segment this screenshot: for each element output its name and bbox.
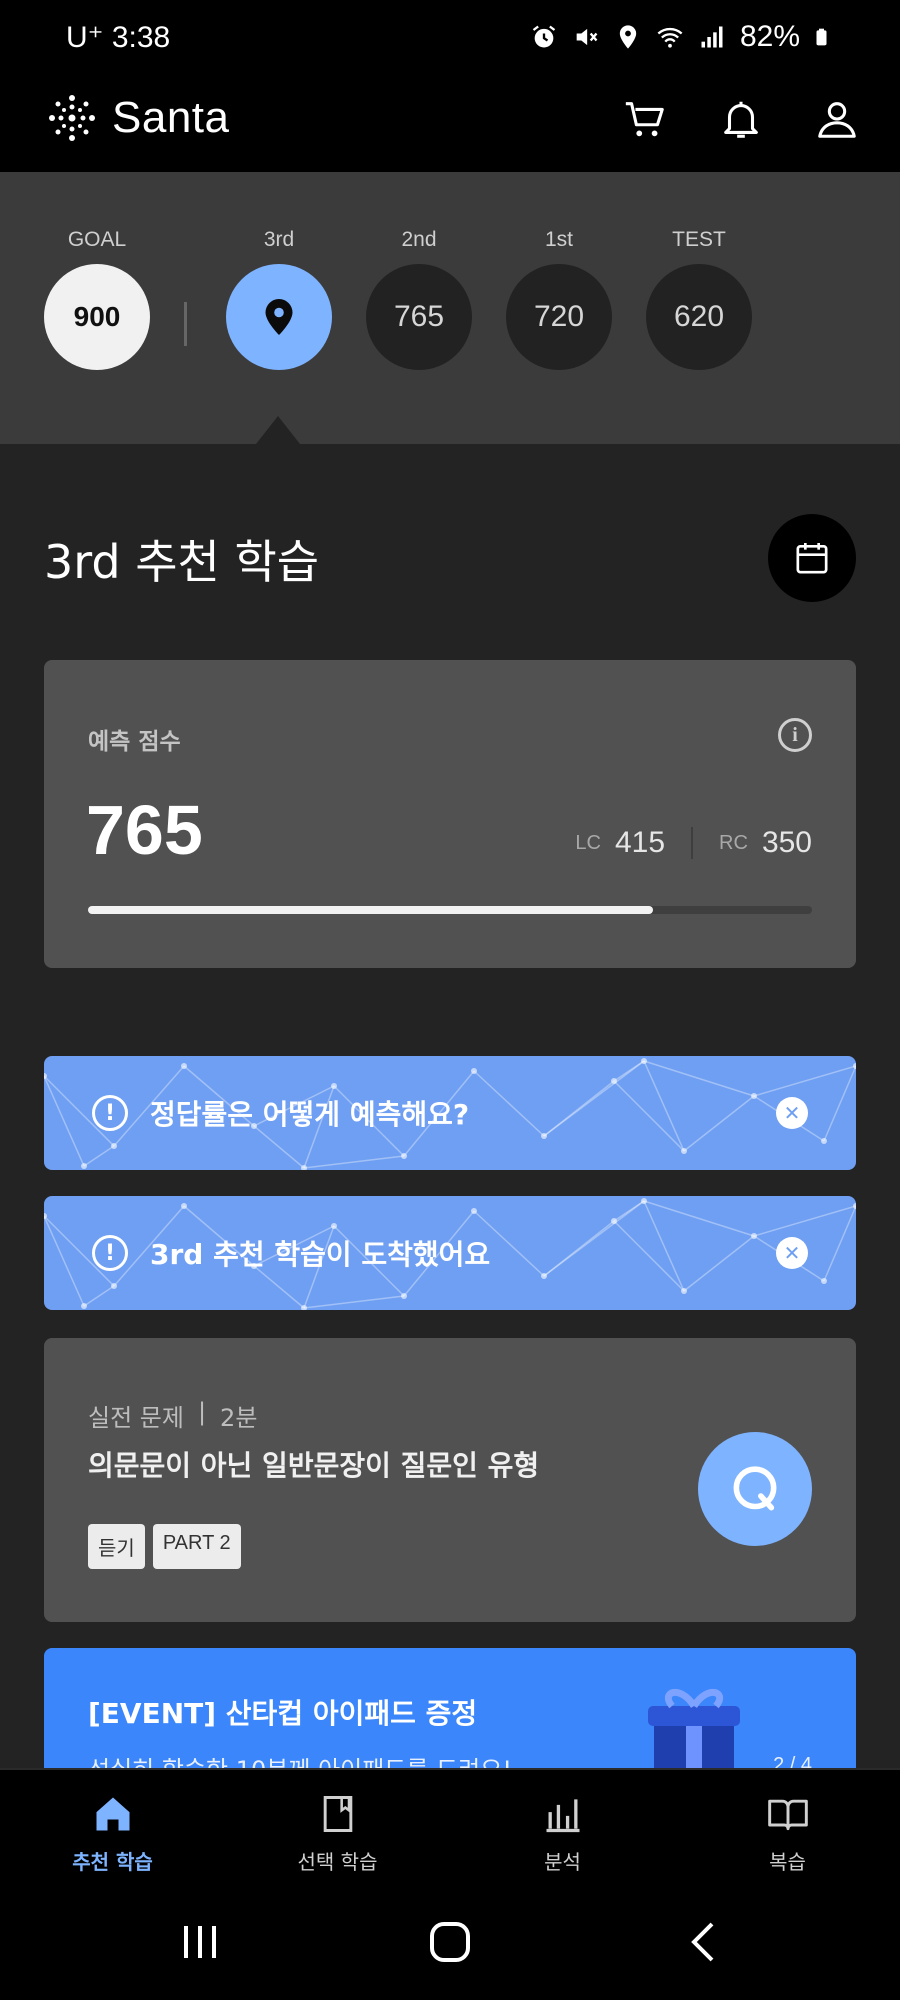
bell-icon[interactable] [718,96,764,142]
score-progress-fill [88,906,653,914]
step-label: 1st [544,228,573,251]
page-title: 3rd 추천 학습 [44,535,320,589]
predicted-score-card: 예측 점수 i 765 LC 415 RC 350 [44,660,856,968]
roadmap-step-test[interactable]: TEST 620 [646,228,752,370]
calendar-button[interactable] [768,514,856,602]
wifi-icon [657,27,683,48]
question-type: 실전 문제 [88,1404,184,1432]
main-content: 3rd 추천 학습 예측 점수 i 765 LC 415 RC 350 ! 정답… [0,444,900,1768]
event-page-indicator: 2 / 4 [773,1754,812,1768]
location-pin-icon [265,299,293,335]
lc-score: 415 [614,826,666,859]
tab-label: 선택 학습 [297,1850,378,1874]
step-label: TEST [672,228,726,251]
location-icon [619,25,637,49]
goal-label: GOAL [67,228,127,251]
current-step-circle [226,264,332,370]
info-banner-arrival[interactable]: ! 3rd 추천 학습이 도착했어요 ✕ [44,1196,856,1310]
close-icon[interactable]: ✕ [776,1097,808,1129]
recent-apps-icon[interactable] [180,1920,220,1964]
tag-listening: 듣기 [88,1524,145,1569]
step-score: 765 [366,264,472,370]
battery-percent: 82% [739,20,800,53]
book-page-icon [323,1796,352,1832]
meta-separator: | [197,1398,207,1426]
predicted-score-label: 예측 점수 [88,729,181,755]
step-score: 720 [506,264,612,370]
roadmap-divider [184,302,187,346]
info-banner-accuracy[interactable]: ! 정답률은 어떻게 예측해요? ✕ [44,1056,856,1170]
home-button-icon[interactable] [428,1920,472,1964]
bottom-tab-bar: 추천 학습 선택 학습 분석 복습 [0,1768,900,1888]
question-card[interactable]: 실전 문제 | 2분 의문문이 아닌 일반문장이 질문인 유형 듣기 PART … [44,1338,856,1622]
tab-label: 추천 학습 [72,1850,153,1874]
event-subtitle: 성실히 학습한 10분께 아이패드를 드려요! [88,1750,512,1768]
gift-icon [648,1688,740,1768]
banner-text: 3rd 추천 학습이 도착했어요 [150,1238,491,1271]
alert-icon: ! [92,1235,128,1271]
back-icon[interactable] [688,1920,718,1964]
mute-icon [576,28,598,46]
step-label: 2nd [401,228,437,251]
status-bar: U⁺ 3:38 82% [0,0,900,82]
score-progress-track [88,906,812,914]
santa-logo[interactable]: Santa [44,90,229,146]
start-question-button[interactable] [698,1432,812,1546]
app-name: Santa [112,93,230,142]
roadmap-step-2nd[interactable]: 2nd 765 [366,228,472,370]
tab-label: 분석 [544,1850,581,1874]
tab-label: 복습 [769,1850,806,1874]
info-icon[interactable]: i [778,718,812,752]
rc-score: 350 [761,826,812,859]
tab-analysis[interactable]: 분석 [450,1770,675,1888]
current-step-pointer [256,416,300,444]
score-roadmap: GOAL 900 3rd 2nd 765 1st 720 TEST 620 [0,172,900,444]
lc-label: LC [575,831,601,854]
clock: 3:38 [111,21,171,54]
battery-icon [816,28,827,46]
app-header: Santa [0,82,900,172]
event-banner[interactable]: [EVENT] 산타컵 아이패드 증정 성실히 학습한 10분께 아이패드를 드… [44,1648,856,1768]
section-scores: LC 415 RC 350 [575,826,812,860]
close-icon[interactable]: ✕ [776,1237,808,1269]
predicted-score: 765 [86,791,203,869]
home-icon [96,1797,129,1831]
tab-recommended[interactable]: 추천 학습 [0,1770,225,1888]
open-book-icon [767,1799,808,1831]
roadmap-goal[interactable]: GOAL 900 [44,228,150,370]
bar-chart-icon [546,1799,579,1833]
rc-label: RC [719,831,748,854]
banner-text: 정답률은 어떻게 예측해요? [150,1098,470,1131]
alert-icon: ! [92,1095,128,1131]
step-score: 620 [646,264,752,370]
step-label: 3rd [263,228,295,251]
goal-score: 900 [44,264,150,370]
carrier-label: U⁺ [66,21,104,54]
score-divider [691,827,694,859]
question-meta: 실전 문제 | 2분 [88,1398,257,1433]
santa-logo-icon [49,95,95,141]
system-nav-bar [0,1888,900,2000]
cart-icon[interactable] [622,96,668,142]
tag-part: PART 2 [152,1524,241,1569]
question-icon [733,1466,777,1511]
question-title: 의문문이 아닌 일반문장이 질문인 유형 [88,1449,540,1482]
roadmap-step-1st[interactable]: 1st 720 [506,228,612,370]
calendar-icon [796,543,828,574]
tab-selective[interactable]: 선택 학습 [225,1770,450,1888]
question-duration: 2분 [220,1404,258,1432]
tab-review[interactable]: 복습 [675,1770,900,1888]
signal-icon [701,26,723,48]
event-title: [EVENT] 산타컵 아이패드 증정 [88,1697,478,1730]
alarm-icon [532,25,556,48]
roadmap-step-3rd[interactable]: 3rd [226,228,332,370]
question-tags: 듣기 PART 2 [88,1524,241,1569]
profile-icon[interactable] [814,96,860,142]
